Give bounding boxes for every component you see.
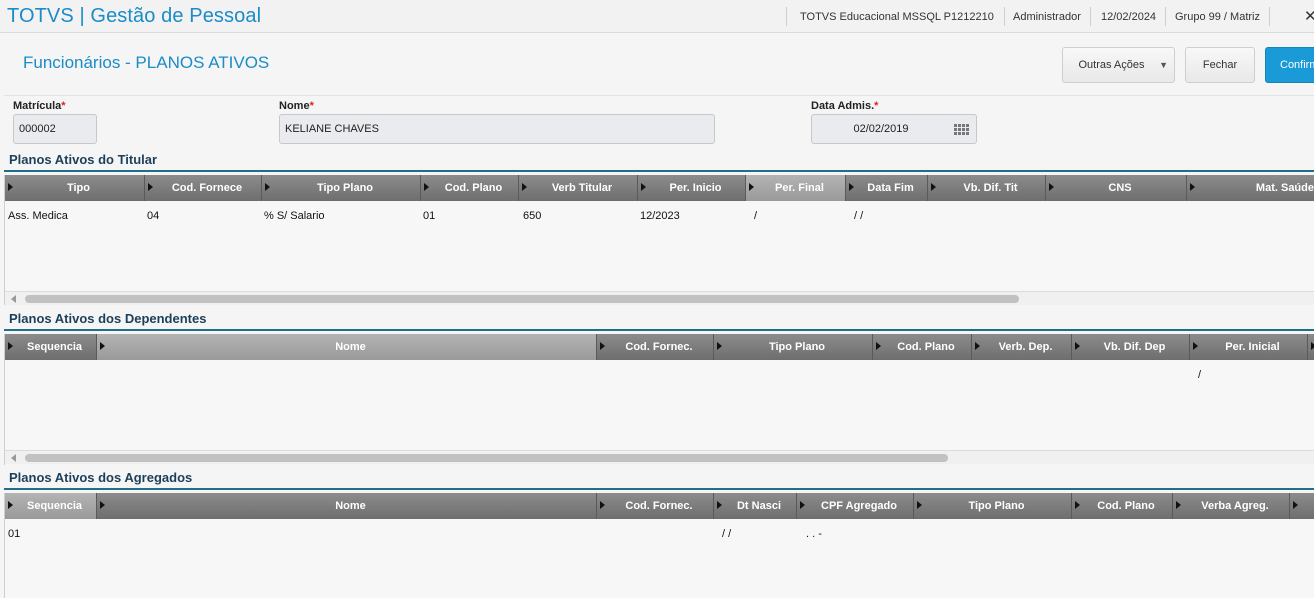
chevron-down-icon: ▼ — [1159, 60, 1168, 70]
calendar-icon[interactable] — [954, 124, 970, 135]
data-admis-value: 02/02/2019 — [853, 123, 909, 135]
top-bar: TOTVS | Gestão de Pessoal TOTVS Educacio… — [0, 0, 1314, 33]
column-header-cod-plano[interactable]: Cod. Plano — [1072, 493, 1173, 519]
column-header-cod-plano[interactable]: Cod. Plano — [873, 334, 972, 360]
user-label[interactable]: Administrador — [1013, 0, 1081, 33]
date-label[interactable]: 12/02/2024 — [1101, 0, 1156, 33]
close-button-label: Fechar — [1202, 59, 1238, 71]
matricula-field[interactable]: 000002 — [13, 114, 97, 144]
close-button[interactable]: Fechar — [1185, 47, 1255, 83]
data-admis-label: Data Admis.* — [811, 100, 879, 112]
column-header-cpf-agregado[interactable]: CPF Agregado — [797, 493, 914, 519]
app-title: TOTVS | Gestão de Pessoal — [7, 5, 262, 27]
nome-field[interactable]: KELIANE CHAVES — [279, 114, 715, 144]
column-header-tipo-plano[interactable]: Tipo Plano — [262, 175, 421, 201]
dependentes-grid-header: Sequencia Nome Cod. Fornec. Tipo Plano C… — [5, 334, 1314, 360]
column-header-data-fim[interactable]: Data Fim — [846, 175, 928, 201]
cell-dt-nasci: / / — [722, 528, 732, 540]
agregados-section-title: Planos Ativos dos Agregados — [9, 470, 193, 485]
scroll-left-icon[interactable] — [11, 295, 16, 303]
section-divider — [4, 329, 1314, 331]
column-header-verba-agreg[interactable]: Verba Agreg. — [1173, 493, 1290, 519]
horizontal-scrollbar[interactable] — [5, 450, 1314, 464]
column-header-sequencia[interactable]: Sequencia — [5, 493, 97, 519]
other-actions-label: Outras Ações — [1078, 59, 1145, 71]
cell-data-fim: / / — [854, 210, 864, 222]
column-header-dt-nasci[interactable]: Dt Nasci — [714, 493, 797, 519]
scrollbar-thumb[interactable] — [25, 295, 1019, 303]
titular-section-title: Planos Ativos do Titular — [9, 152, 158, 167]
column-header-mat-saude[interactable]: Mat. Saúde — [1187, 175, 1314, 201]
close-icon[interactable]: ✕ — [1304, 7, 1314, 25]
section-divider — [4, 488, 1314, 490]
cell-cpf-agregado: . . - — [806, 528, 822, 540]
agregados-grid: Sequencia Nome Cod. Fornec. Dt Nasci CPF… — [4, 493, 1314, 598]
divider — [786, 7, 787, 26]
scroll-left-icon[interactable] — [11, 454, 16, 462]
column-header-per-inicio[interactable]: Per. Inicio — [638, 175, 746, 201]
dependentes-grid: Sequencia Nome Cod. Fornec. Tipo Plano C… — [4, 334, 1314, 465]
column-header-cod-plano[interactable]: Cod. Plano — [421, 175, 519, 201]
column-header-cns[interactable]: CNS — [1046, 175, 1187, 201]
page-title: Funcionários - PLANOS ATIVOS — [23, 53, 270, 72]
scrollbar-thumb[interactable] — [25, 454, 948, 462]
dependentes-section-title: Planos Ativos dos Dependentes — [9, 311, 207, 326]
cell-per-final: / — [754, 210, 758, 222]
confirm-button-label: Confirmar — [1280, 59, 1314, 71]
confirm-button[interactable]: Confirmar — [1265, 47, 1314, 83]
column-header-nome[interactable]: Nome — [97, 493, 597, 519]
column-header-verb-dep[interactable]: Verb. Dep. — [972, 334, 1072, 360]
section-divider — [4, 170, 1314, 172]
column-header-more[interactable] — [1308, 334, 1314, 360]
titular-grid-header: Tipo Cod. Fornece Tipo Plano Cod. Plano … — [5, 175, 1314, 201]
column-header-per-final[interactable]: Per. Final — [746, 175, 846, 201]
other-actions-button[interactable]: Outras Ações ▼ — [1062, 47, 1175, 83]
cell-tipo-plano: % S/ Salario — [264, 210, 325, 222]
column-header-sequencia[interactable]: Sequencia — [5, 334, 97, 360]
divider — [1269, 7, 1270, 26]
divider — [1090, 7, 1091, 26]
divider — [1004, 7, 1005, 26]
column-header-vb-dif-dep[interactable]: Vb. Dif. Dep — [1072, 334, 1190, 360]
cell-sequencia: 01 — [8, 528, 21, 540]
cell-verb-titular: 650 — [523, 210, 542, 222]
cell-cod-plano: 01 — [423, 210, 436, 222]
agregados-grid-header: Sequencia Nome Cod. Fornec. Dt Nasci CPF… — [5, 493, 1314, 519]
cell-cod-fornece: 04 — [147, 210, 160, 222]
divider — [1165, 7, 1166, 26]
nome-label: Nome* — [279, 100, 314, 112]
cell-per-inicio: 12/2023 — [640, 210, 680, 222]
cell-tipo: Ass. Medica — [8, 210, 68, 222]
column-header-tipo-plano[interactable]: Tipo Plano — [914, 493, 1072, 519]
environment-label: TOTVS Educacional MSSQL P1212210 — [800, 10, 994, 23]
column-header-per-inicial[interactable]: Per. Inicial — [1190, 334, 1308, 360]
column-header-tipo-plano[interactable]: Tipo Plano — [714, 334, 873, 360]
data-admis-field[interactable]: 02/02/2019 — [811, 114, 977, 144]
matricula-label: Matrícula* — [13, 100, 66, 112]
column-header-vb-dif-tit[interactable]: Vb. Dif. Tit — [928, 175, 1046, 201]
titular-grid: Tipo Cod. Fornece Tipo Plano Cod. Plano … — [4, 175, 1314, 305]
horizontal-scrollbar[interactable] — [5, 291, 1314, 305]
group-label[interactable]: Grupo 99 / Matriz — [1175, 0, 1260, 33]
column-header-nome[interactable]: Nome — [97, 334, 597, 360]
column-header-cod-fornec[interactable]: Cod. Fornec. — [597, 334, 714, 360]
column-header-cod-fornec[interactable]: Cod. Fornec. — [597, 493, 714, 519]
page-header: Funcionários - PLANOS ATIVOS Outras Açõe… — [4, 34, 1314, 96]
column-header-more[interactable] — [1290, 493, 1314, 519]
column-header-cod-fornece[interactable]: Cod. Fornece — [145, 175, 262, 201]
cell-per-inicial: / — [1198, 369, 1202, 381]
column-header-verb-titular[interactable]: Verb Titular — [519, 175, 638, 201]
column-header-tipo[interactable]: Tipo — [5, 175, 145, 201]
